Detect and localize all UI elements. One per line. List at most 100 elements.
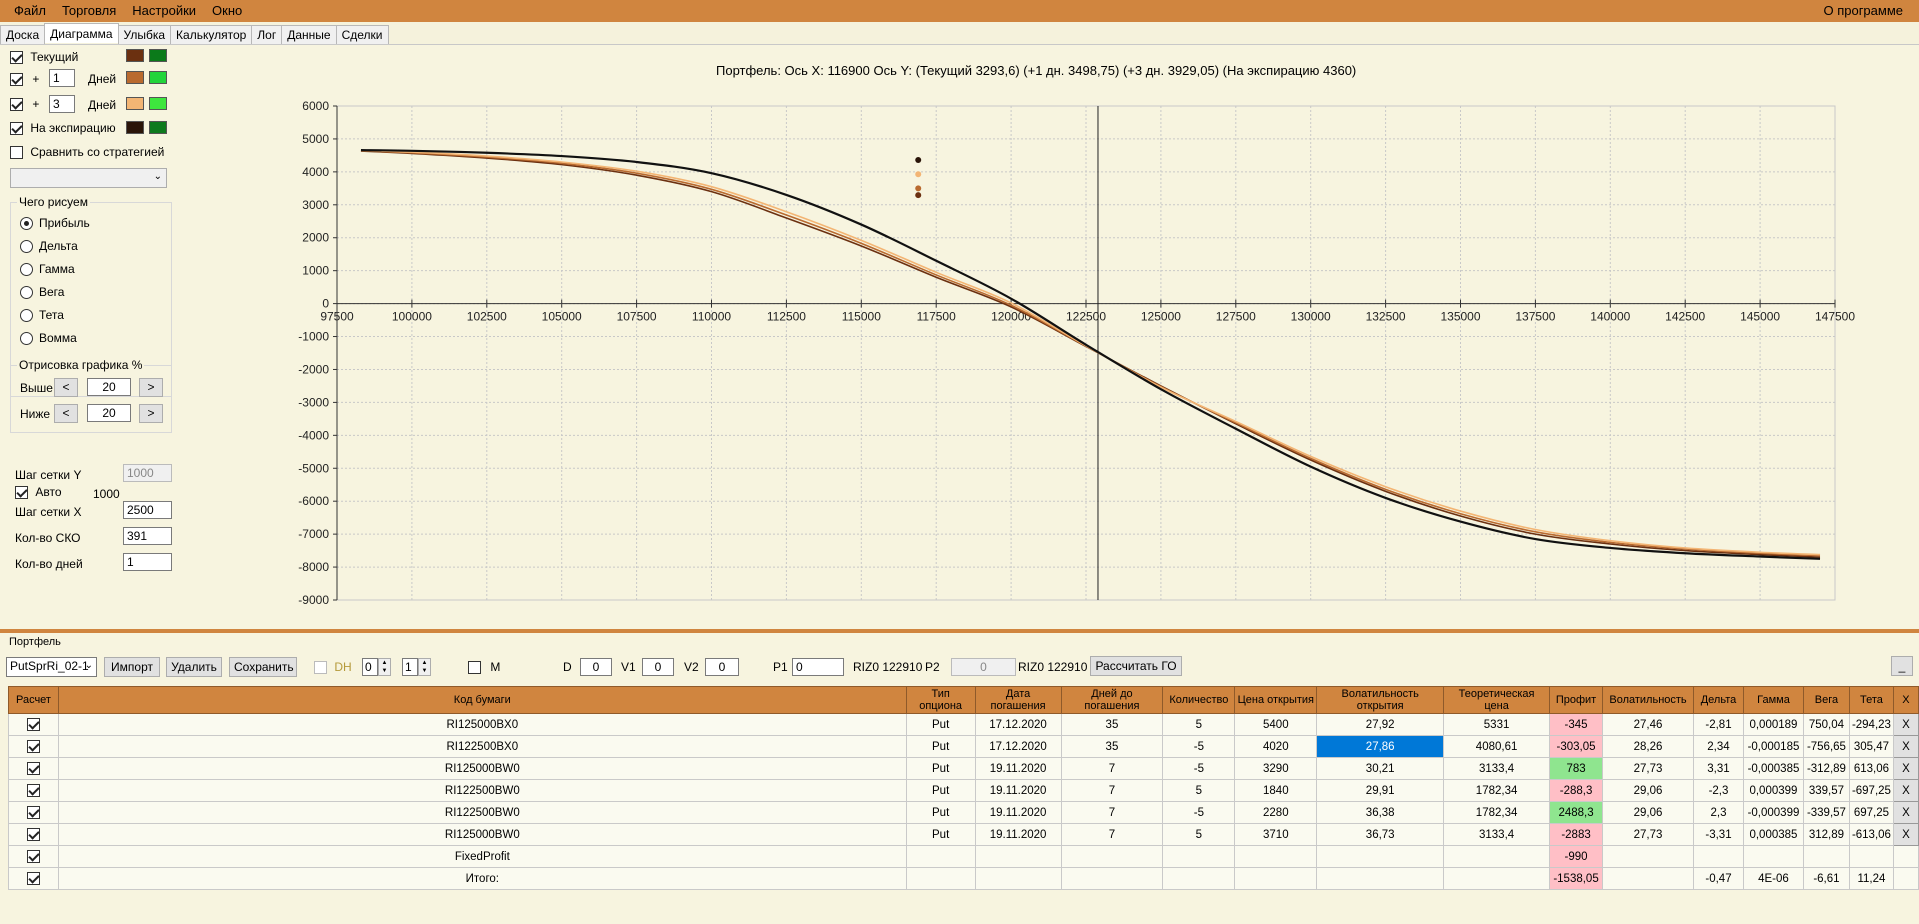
column-header[interactable]: Волатильность (1602, 686, 1694, 714)
calc-checkbox-cell[interactable] (8, 801, 59, 824)
dh-checkbox[interactable] (314, 661, 327, 675)
v1-input[interactable]: 0 (642, 658, 674, 676)
table-row[interactable]: Итого: -1538,05 -0,47 4E-06 -6,61 11,24 (8, 867, 1919, 890)
delete-row-button[interactable]: X (1892, 757, 1919, 780)
tab-smile[interactable]: Улыбка (117, 25, 172, 44)
days-count-input[interactable]: 1 (123, 553, 172, 571)
column-header[interactable]: Дней до погашения (1060, 686, 1164, 714)
column-header[interactable]: Профит (1549, 686, 1604, 714)
column-header[interactable]: X (1892, 686, 1919, 714)
delete-row-button[interactable] (1892, 845, 1919, 868)
column-header[interactable]: Расчет (8, 686, 59, 714)
calc-checkbox[interactable] (26, 850, 40, 863)
calc-checkbox-cell[interactable] (8, 779, 59, 802)
delete-row-button[interactable]: X (1892, 735, 1919, 758)
delete-row-button[interactable] (1892, 867, 1919, 890)
expiry-color-swatch-2[interactable] (149, 121, 167, 134)
tab-board[interactable]: Доска (0, 25, 46, 44)
menu-file[interactable]: Файл (0, 0, 54, 22)
portfolio-select[interactable]: PutSprRi_02-1 ⌄ (6, 657, 97, 677)
m-checkbox[interactable] (468, 661, 481, 675)
column-header[interactable]: Цена открытия (1234, 686, 1318, 714)
spin-1-arrows[interactable]: ▲ ▼ (378, 658, 391, 676)
above-decrease-button[interactable]: < (54, 378, 78, 397)
column-header[interactable]: Гамма (1742, 686, 1804, 714)
grid-x-input[interactable]: 2500 (123, 501, 172, 519)
tab-log[interactable]: Лог (251, 25, 283, 44)
column-header[interactable]: Тип опциона (905, 686, 976, 714)
radio-vomma[interactable]: Вомма (20, 331, 77, 346)
save-button[interactable]: Сохранить (229, 657, 297, 677)
table-row[interactable]: FixedProfit -990 (8, 845, 1919, 868)
below-increase-button[interactable]: > (139, 404, 163, 423)
table-row[interactable]: RI125000BW0 Put 19.11.2020 7 -5 3290 30,21 3133… (8, 757, 1919, 780)
p1-input[interactable]: 0 (792, 658, 844, 676)
calc-checkbox-cell[interactable] (8, 845, 59, 868)
radio-gamma[interactable]: Гамма (20, 262, 75, 277)
menu-settings[interactable]: Настройки (124, 0, 204, 22)
table-row[interactable]: RI125000BW0 Put 19.11.2020 7 5 3710 36,73 3133,… (8, 823, 1919, 846)
calc-checkbox[interactable] (26, 872, 40, 885)
dh-spin-2[interactable]: 1 (402, 658, 418, 676)
delete-row-button[interactable]: X (1892, 823, 1919, 846)
calc-checkbox-cell[interactable] (8, 867, 59, 890)
column-header[interactable]: Волатильность открытия (1316, 686, 1445, 714)
dh-spin-1[interactable]: 0 (362, 658, 378, 676)
tab-deals[interactable]: Сделки (335, 25, 389, 44)
table-row[interactable]: RI122500BW0 Put 19.11.2020 7 5 1840 29,91 1782,… (8, 779, 1919, 802)
plus3-color-swatch-2[interactable] (149, 97, 167, 110)
calc-checkbox[interactable] (26, 718, 40, 731)
plus1-color-swatch[interactable] (126, 71, 144, 84)
calc-go-button[interactable]: Рассчитать ГО (1090, 656, 1182, 676)
import-button[interactable]: Импорт (104, 657, 160, 677)
menu-window[interactable]: Окно (204, 0, 250, 22)
below-value[interactable]: 20 (87, 404, 131, 422)
calc-checkbox[interactable] (26, 740, 40, 753)
plus1-checkbox[interactable] (10, 73, 23, 87)
expiry-checkbox[interactable] (10, 122, 23, 136)
calc-checkbox[interactable] (26, 784, 40, 797)
column-header[interactable]: Дата погашения (974, 686, 1062, 714)
tab-diagram[interactable]: Диаграмма (44, 23, 119, 43)
above-increase-button[interactable]: > (139, 378, 163, 397)
spin-2-arrows[interactable]: ▲ ▼ (418, 658, 431, 676)
plus1-days-input[interactable]: 1 (49, 69, 75, 87)
above-value[interactable]: 20 (87, 378, 131, 396)
grid-y-input[interactable]: 1000 (123, 464, 172, 482)
radio-delta[interactable]: Дельта (20, 239, 78, 254)
tab-data[interactable]: Данные (281, 25, 337, 44)
column-header[interactable]: Код бумаги (57, 686, 907, 714)
column-header[interactable]: Вега (1802, 686, 1850, 714)
calc-checkbox-cell[interactable] (8, 757, 59, 780)
sko-input[interactable]: 391 (123, 527, 172, 545)
table-row[interactable]: RI125000BX0 Put 17.12.2020 35 5 5400 27,92 5331… (8, 713, 1919, 736)
compare-checkbox[interactable] (10, 146, 23, 160)
calc-checkbox[interactable] (26, 806, 40, 819)
calc-checkbox[interactable] (26, 762, 40, 775)
current-checkbox[interactable] (10, 51, 23, 65)
calc-checkbox-cell[interactable] (8, 713, 59, 736)
below-decrease-button[interactable]: < (54, 404, 78, 423)
calc-checkbox[interactable] (26, 828, 40, 841)
delete-row-button[interactable]: X (1892, 801, 1919, 824)
radio-profit[interactable]: Прибыль (20, 216, 90, 231)
plus3-color-swatch[interactable] (126, 97, 144, 110)
current-color-swatch[interactable] (126, 49, 144, 62)
plus1-color-swatch-2[interactable] (149, 71, 167, 84)
menu-trade[interactable]: Торговля (54, 0, 124, 22)
radio-theta[interactable]: Тета (20, 308, 64, 323)
minimize-button[interactable]: _ (1891, 656, 1913, 676)
plus3-days-input[interactable]: 3 (49, 95, 75, 113)
strategy-select[interactable]: ⌄ (10, 168, 167, 188)
auto-checkbox[interactable] (15, 486, 28, 500)
v2-input[interactable]: 0 (705, 658, 739, 676)
expiry-color-swatch[interactable] (126, 121, 144, 134)
table-row[interactable]: RI122500BX0 Put 17.12.2020 35 -5 4020 27,86 408… (8, 735, 1919, 758)
current-color-swatch-2[interactable] (149, 49, 167, 62)
delete-button[interactable]: Удалить (166, 657, 222, 677)
calc-checkbox-cell[interactable] (8, 735, 59, 758)
menu-about[interactable]: О программе (1815, 0, 1911, 22)
column-header[interactable]: Дельта (1693, 686, 1744, 714)
column-header[interactable]: Количество (1162, 686, 1236, 714)
d-input[interactable]: 0 (580, 658, 612, 676)
